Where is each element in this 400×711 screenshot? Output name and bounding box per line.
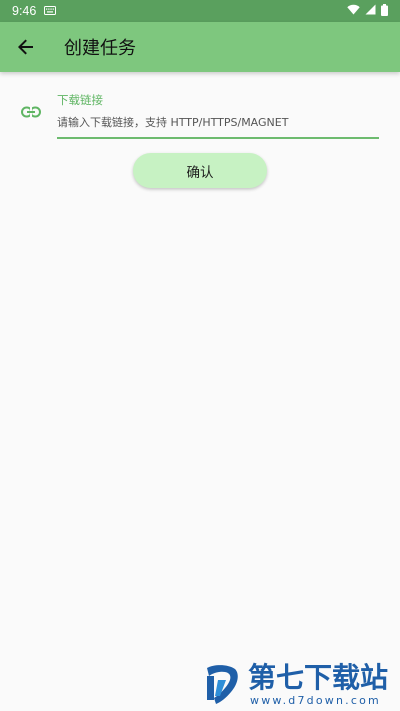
download-link-input[interactable] [57,112,379,132]
battery-icon [381,3,388,19]
back-button[interactable] [12,33,40,61]
app-bar: 创建任务 [0,22,400,72]
watermark-url: www.d7down.com [250,694,381,707]
d7down-logo-icon [207,665,238,704]
download-link-underline [57,137,379,139]
download-link-field: 下载链接 [57,92,379,140]
status-time: 9:46 [12,4,37,18]
signal-icon [365,4,376,18]
wifi-icon [347,4,360,18]
link-icon [20,101,42,123]
status-left: 9:46 [12,4,57,18]
status-bar: 9:46 [0,0,400,22]
status-right [347,3,388,19]
watermark-name: 第七下载站 [248,661,389,694]
download-link-label: 下载链接 [57,93,103,107]
confirm-button[interactable]: 确认 [133,153,267,188]
page-title: 创建任务 [64,38,136,59]
arrow-back-icon [18,39,33,55]
watermark: 第七下载站 www.d7down.com [200,662,396,708]
keyboard-icon [44,4,57,18]
